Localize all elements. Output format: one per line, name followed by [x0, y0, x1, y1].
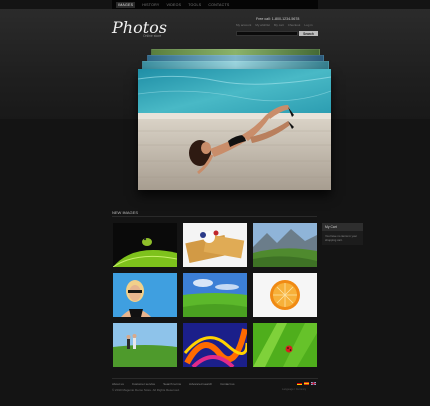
featured-slide-image[interactable] — [138, 69, 331, 190]
account-links: My account My wishlist My cart Checkout … — [236, 23, 313, 27]
thumbnail-green-field[interactable] — [183, 273, 247, 317]
thumbnail-frog-leaf[interactable] — [113, 223, 177, 267]
checkout-link[interactable]: Checkout — [288, 23, 301, 27]
new-images-heading: New Images — [112, 210, 139, 215]
mountain-valley-image — [253, 223, 317, 267]
abstract-fire-image — [183, 323, 247, 367]
site-tagline: Online store — [143, 34, 162, 38]
flag-es-icon[interactable] — [304, 382, 309, 385]
frog-leaf-image — [113, 223, 177, 267]
pool-photo — [138, 69, 331, 190]
currency-label: Language / Currency — [282, 388, 307, 391]
copyright-text: © 2010 Magento Demo Store. All Rights Re… — [112, 388, 180, 392]
thumbnail-sunglasses-woman[interactable] — [113, 273, 177, 317]
nav-item-history[interactable]: History — [142, 3, 159, 7]
search-input[interactable] — [236, 31, 298, 36]
flag-de-icon[interactable] — [297, 382, 302, 385]
about-us-link[interactable]: About us — [112, 382, 124, 386]
language-flags — [297, 382, 316, 385]
my-cart-link[interactable]: My cart — [274, 23, 284, 27]
thumbnail-waffles[interactable] — [183, 223, 247, 267]
my-wishlist-link[interactable]: My wishlist — [255, 23, 270, 27]
free-call-text: Free call: 1-800-1234-5678 — [256, 17, 300, 21]
thumbnail-abstract-fire[interactable] — [183, 323, 247, 367]
orange-slice-image — [253, 273, 317, 317]
footer-divider — [112, 378, 318, 379]
contact-us-link[interactable]: Contact us — [220, 382, 234, 386]
nav-item-contacts[interactable]: Contacts — [208, 3, 229, 7]
thumbnail-mountain-valley[interactable] — [253, 223, 317, 267]
my-cart-content: You have no items in your shopping cart. — [322, 231, 363, 245]
waffles-image — [183, 223, 247, 267]
nav-item-videos[interactable]: Videos — [166, 3, 181, 7]
golfers-image — [113, 323, 177, 367]
section-divider — [112, 216, 317, 217]
sunglasses-woman-image — [113, 273, 177, 317]
advanced-search-link[interactable]: Advanced search — [189, 382, 212, 386]
my-cart-heading: My Cart — [322, 223, 363, 231]
my-account-link[interactable]: My account — [236, 23, 251, 27]
footer-links: About us Customer service Search terms A… — [112, 382, 235, 386]
customer-service-link[interactable]: Customer service — [132, 382, 155, 386]
thumbnail-ladybug-leaf[interactable] — [253, 323, 317, 367]
flag-uk-icon[interactable] — [311, 382, 316, 385]
log-in-link[interactable]: Log in — [304, 23, 312, 27]
thumbnail-orange-slice[interactable] — [253, 273, 317, 317]
search-button[interactable]: Search — [299, 31, 318, 36]
top-nav: Images History Videos Tools Contacts — [112, 0, 318, 9]
ladybug-leaf-image — [253, 323, 317, 367]
nav-item-tools[interactable]: Tools — [188, 3, 201, 7]
nav-item-images[interactable]: Images — [116, 1, 136, 8]
search-terms-link[interactable]: Search terms — [163, 382, 181, 386]
green-field-image — [183, 273, 247, 317]
thumbnail-golfers[interactable] — [113, 323, 177, 367]
